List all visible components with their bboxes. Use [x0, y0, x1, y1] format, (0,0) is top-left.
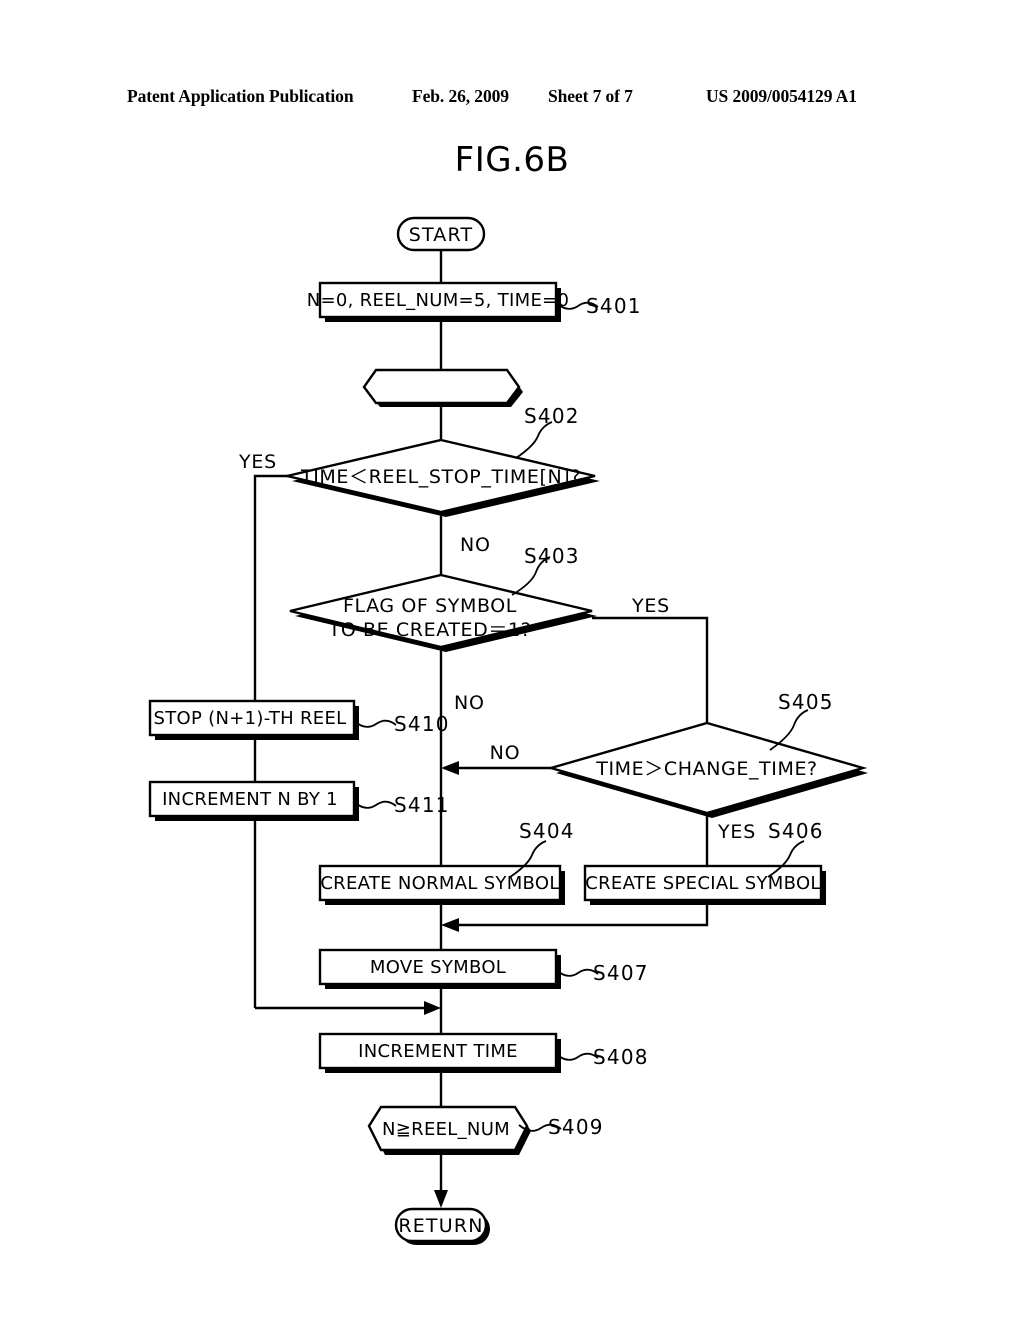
s405-no-label: NO — [490, 742, 521, 764]
node-s402: TIME＜REEL_STOP_TIME[N]? S402 YES NO — [238, 404, 600, 556]
flowchart-diagram: START N=0, REEL_NUM=5, TIME=0 S401 TIME＜… — [148, 216, 868, 1245]
s401-step: S401 — [586, 294, 642, 318]
s403-label-line2: TO BE CREATED＝1? — [328, 619, 532, 641]
s410-step: S410 — [394, 712, 450, 736]
start-label: START — [409, 224, 474, 246]
s403-no-label: NO — [454, 692, 485, 714]
s404-label: CREATE NORMAL SYMBOL — [320, 873, 559, 894]
s407-leader — [555, 968, 599, 977]
s402-no-label: NO — [460, 534, 491, 556]
s410-leader — [353, 719, 397, 728]
node-s409: N≧REEL_NUM S409 — [367, 1105, 604, 1155]
node-s410: STOP (N+1)-TH REEL S410 — [148, 699, 450, 740]
node-return: RETURN — [394, 1207, 490, 1245]
s411-label: INCREMENT N BY 1 — [162, 789, 338, 810]
s404-step: S404 — [519, 819, 575, 843]
s405-step: S405 — [778, 690, 834, 714]
node-s408: INCREMENT TIME S408 — [318, 1032, 649, 1073]
s409-label: N≧REEL_NUM — [382, 1119, 510, 1140]
arrowhead-return — [434, 1190, 448, 1208]
s408-leader — [555, 1052, 599, 1061]
s409-step: S409 — [548, 1115, 604, 1139]
node-loop-marker — [362, 368, 523, 407]
node-s404: CREATE NORMAL SYMBOL S404 — [318, 819, 575, 905]
connector-s402yes-left-rail — [253, 474, 295, 1008]
node-s407: MOVE SYMBOL S407 — [318, 948, 649, 989]
s402-yes-label: YES — [238, 451, 277, 473]
node-start: START — [396, 216, 486, 252]
s402-label: TIME＜REEL_STOP_TIME[N]? — [300, 466, 581, 488]
s410-label: STOP (N+1)-TH REEL — [154, 708, 347, 729]
s411-step: S411 — [394, 793, 450, 817]
s405-yes-label: YES — [717, 821, 756, 843]
arrowhead-s406-merge — [441, 918, 459, 932]
node-s411: INCREMENT N BY 1 S411 — [148, 780, 450, 821]
loop-shape — [362, 368, 521, 405]
s407-label: MOVE SYMBOL — [370, 957, 506, 978]
arrowhead-s405no — [441, 761, 459, 775]
s401-label: N=0, REEL_NUM=5, TIME=0 — [307, 290, 570, 311]
s406-step: S406 — [768, 819, 824, 843]
node-s406: CREATE SPECIAL SYMBOL S406 — [583, 819, 826, 905]
arrowhead-leftrail — [424, 1001, 441, 1015]
s411-leader — [353, 800, 397, 809]
s403-yes-label: YES — [631, 595, 670, 617]
s403-step: S403 — [524, 544, 580, 568]
s402-step: S402 — [524, 404, 580, 428]
s403-label-line1: FLAG OF SYMBOL — [343, 595, 517, 617]
return-label: RETURN — [398, 1215, 483, 1237]
s406-label: CREATE SPECIAL SYMBOL — [585, 873, 821, 894]
node-s401: N=0, REEL_NUM=5, TIME=0 S401 — [307, 281, 642, 322]
s407-step: S407 — [593, 961, 649, 985]
s405-label: TIME＞CHANGE_TIME? — [595, 758, 818, 780]
s408-step: S408 — [593, 1045, 649, 1069]
connector-s403yes-to-s405 — [592, 616, 709, 723]
node-s403: FLAG OF SYMBOL TO BE CREATED＝1? S403 YES… — [289, 544, 670, 714]
s408-label: INCREMENT TIME — [358, 1041, 518, 1062]
